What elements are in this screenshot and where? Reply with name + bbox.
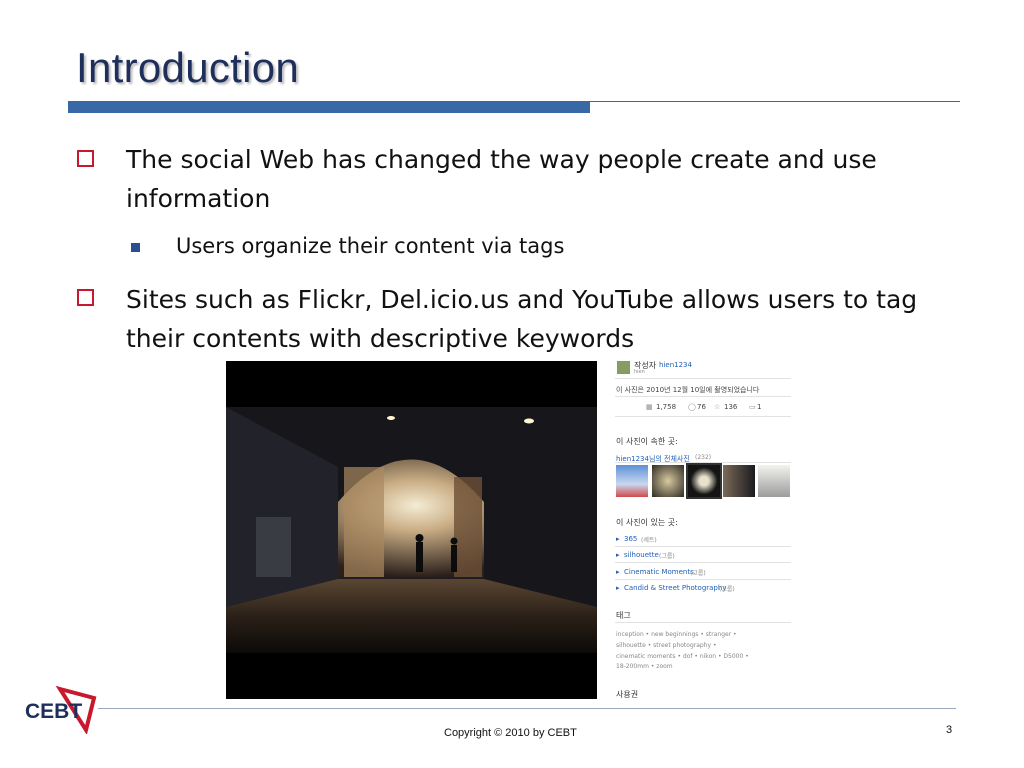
views-count: 1,758 [656,403,677,411]
divider [615,579,791,580]
set-link-365[interactable]: 365 [624,535,637,543]
title-underline-bar [68,101,590,113]
title-underline-line [590,101,960,102]
author-name: hien [634,369,645,375]
set-arrow-icon: ▸ [616,551,620,559]
favorites-icon: ☆ [714,403,721,411]
author-link[interactable]: hien1234 [659,361,692,369]
thumbnail[interactable] [723,465,755,497]
views-icon: ▦ [646,403,653,411]
set-link-candid-street[interactable]: Candid & Street Photography [624,584,726,592]
tags-header: 태그 [616,611,631,620]
set-arrow-icon: ▸ [616,584,620,592]
notes-icon: ▭ [749,403,756,411]
bullet-2: Sites such as Flickr, Del.icio.us and Yo… [126,280,917,358]
set-link-cinematic-moments[interactable]: Cinematic Moments. [624,568,696,576]
bullet-2-line-2: their contents with descriptive keywords [126,324,635,353]
comments-count: 76 [697,403,706,411]
bullet-1-line-1: The social Web has changed the way peopl… [126,145,877,174]
set-kind: (그룹) [719,586,735,593]
tags-line-2[interactable]: silhouette • street photography • [616,642,717,649]
cebt-logo: CEBT [25,685,97,734]
divider [615,396,791,397]
thumbnail[interactable] [652,465,684,497]
sub-bullet-square-icon [131,243,140,252]
set-kind: (그룹) [659,553,675,560]
license-header: 사용권 [616,690,639,699]
photostream-count: (232) [695,454,712,461]
divider [615,416,791,417]
in-header: 이 사진이 있는 곳: [616,518,678,527]
notes-count: 1 [757,403,762,411]
bullet-1-line-2: information [126,184,271,213]
bullet-box-icon [77,289,94,306]
divider [615,546,791,547]
sub-bullet-1: Users organize their content via tags [176,234,565,258]
set-arrow-icon: ▸ [616,535,620,543]
footer-divider [98,708,956,709]
divider [615,462,791,463]
date-taken-text: 이 사진은 2010년 12월 10일에 촬영되었습니다 [616,386,760,394]
set-arrow-icon: ▸ [616,568,620,576]
belongs-header: 이 사진이 속한 곳: [616,437,678,446]
bullet-box-icon [77,150,94,167]
set-link-silhouette[interactable]: silhouette [624,551,659,559]
flickr-info-panel: 작성자 hien1234 hien 이 사진은 2010년 12월 10일에 촬… [611,356,793,700]
archway-silhouette-image [226,407,597,653]
tags-line-4[interactable]: 18-200mm • zoom [616,663,673,670]
tags-line-3[interactable]: cinematic moments • dof • nikon • D5000 … [616,653,749,660]
set-kind: (세트) [641,537,657,544]
page-number: 3 [946,724,953,736]
comments-icon: ◯ [688,403,696,411]
thumbnail[interactable] [616,465,648,497]
favorites-count: 136 [724,403,738,411]
thumbnail-selected[interactable] [686,463,722,499]
thumbnail[interactable] [758,465,790,497]
avatar [617,361,630,374]
divider [615,622,791,623]
slide-title: Introduction [76,44,300,91]
flickr-photo [226,361,597,699]
set-kind: (그룹) [690,570,706,577]
logo-text: CEBT [25,700,82,723]
divider [615,562,791,563]
bullet-2-line-1: Sites such as Flickr, Del.icio.us and Yo… [126,285,918,314]
copyright-text: Copyright © 2010 by CEBT [444,727,577,739]
divider [615,378,791,379]
tags-line-1[interactable]: inception • new beginnings • stranger • [616,631,737,638]
bullet-1: The social Web has changed the way peopl… [126,140,877,218]
